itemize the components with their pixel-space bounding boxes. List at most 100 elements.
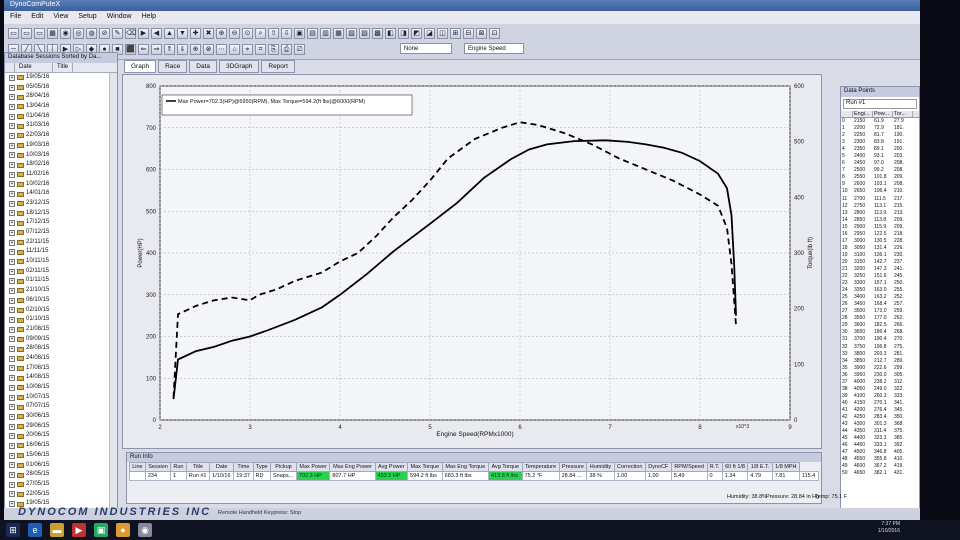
column-header[interactable]: Max Eng Power (329, 462, 376, 472)
column-header[interactable]: Max Power (295, 462, 331, 472)
table-row[interactable]: 29 3600 182.5 266. (841, 322, 919, 329)
column-header[interactable]: Time (233, 462, 254, 472)
table-row[interactable]: 2 2250 81.7 190. (841, 132, 919, 139)
table-cell: 142.7 (874, 258, 887, 265)
table-row[interactable]: 27 3500 173.0 259. (841, 308, 919, 315)
table-cell: 3950 (854, 371, 866, 378)
column-header[interactable]: R.T. (706, 462, 723, 472)
table-row[interactable]: 44 4350 311.4 375. (841, 428, 919, 435)
column-header[interactable]: Type (252, 462, 271, 472)
column-header[interactable]: Avg Power (374, 462, 409, 472)
table-row[interactable]: 5 2400 93.1 203. (841, 153, 919, 160)
table-row[interactable]: 46 4450 333.1 392. (841, 442, 919, 449)
table-row[interactable]: 47 4500 346.8 405. (841, 449, 919, 456)
table-row[interactable]: 8 2550 101.8 209. (841, 174, 919, 181)
table-row[interactable]: 19 3100 136.1 230. (841, 252, 919, 259)
table-row[interactable]: 45 4400 323.3 385. (841, 435, 919, 442)
table-cell: 241. (894, 265, 904, 272)
table-row[interactable]: 16 2950 122.5 218. (841, 231, 919, 238)
table-cell: 2750 (854, 202, 866, 209)
table-row[interactable]: 48 4550 355.8 410. (841, 456, 919, 463)
app-icon[interactable]: ▣ (94, 523, 108, 537)
table-row[interactable]: 3 2300 83.8 191. (841, 139, 919, 146)
column-header[interactable]: Tor... (893, 111, 913, 117)
table-row[interactable]: 37 4000 238.2 312. (841, 379, 919, 386)
table-row[interactable]: 6 2450 97.0 208. (841, 160, 919, 167)
table-row[interactable]: 22 3250 151.6 245. (841, 273, 919, 280)
table-row[interactable]: 10 2650 106.4 210. (841, 188, 919, 195)
column-header[interactable]: Line (129, 462, 146, 472)
column-header[interactable]: 1/8 E.T. (747, 462, 773, 472)
table-cell: 3350 (854, 287, 866, 294)
column-header[interactable]: DynoCF (644, 462, 672, 472)
column-header[interactable]: 60 ft 1/8 (721, 462, 749, 472)
column-header[interactable]: Title (185, 462, 211, 472)
column-header[interactable]: Avg Torque (487, 462, 523, 472)
column-header[interactable]: 1/8 MPH (771, 462, 800, 472)
table-row[interactable]: 23 3300 157.1 250. (841, 280, 919, 287)
column-header[interactable]: Max Torque (407, 462, 443, 472)
column-header[interactable]: Pow... (873, 111, 893, 117)
table-row[interactable]: 234 1 Run #1 1/10/16 19:37 RD Snaps... 702.3 HP… (129, 471, 820, 481)
table-row[interactable]: 49 4600 367.2 419. (841, 463, 919, 470)
table-cell: 4600 (854, 463, 866, 470)
column-header[interactable]: Date (209, 462, 235, 472)
column-header[interactable]: Humidity (586, 462, 615, 472)
media-icon[interactable]: ▶ (72, 523, 86, 537)
column-header[interactable]: Run (170, 462, 187, 472)
column-header[interactable]: Engi... (853, 111, 873, 117)
table-row[interactable]: 26 3450 168.4 257. (841, 301, 919, 308)
table-row[interactable]: 36 3950 230.0 305. (841, 372, 919, 379)
table-row[interactable]: 17 3000 130.5 228. (841, 238, 919, 245)
run-select[interactable]: Run #1 (843, 99, 917, 109)
column-header[interactable]: Correction (613, 462, 646, 472)
table-row[interactable]: 15 2900 115.9 209. (841, 224, 919, 231)
table-row[interactable]: 43 4300 301.3 368. (841, 421, 919, 428)
table-row[interactable]: 31 3700 190.4 270. (841, 336, 919, 343)
table-row[interactable]: 9 2600 103.1 208. (841, 181, 919, 188)
column-header[interactable]: Session (144, 462, 172, 472)
table-row[interactable]: 18 3050 131.4 226. (841, 245, 919, 252)
table-cell: 38 % (586, 471, 615, 481)
table-row[interactable]: 7 2500 99.2 208. (841, 167, 919, 174)
column-header[interactable]: Pressure (558, 462, 588, 472)
table-cell: 3500 (854, 308, 866, 315)
table-row[interactable]: 14 2850 113.8 209. (841, 217, 919, 224)
column-header[interactable]: RPM/Speed (670, 462, 708, 472)
column-header[interactable]: Max Eng Torque (441, 462, 489, 472)
table-row[interactable]: 40 4150 270.1 341. (841, 400, 919, 407)
table-row[interactable]: 39 4100 260.3 333. (841, 393, 919, 400)
table-cell: 72.9 (874, 125, 884, 132)
table-row[interactable]: 0 2150 61.9 27.9 (841, 118, 919, 125)
table-row[interactable]: 33 3800 203.3 281. (841, 351, 919, 358)
table-cell: 410. (894, 456, 904, 463)
table-row[interactable]: 13 2800 113.9 213. (841, 210, 919, 217)
table-row[interactable]: 35 3900 222.6 299. (841, 365, 919, 372)
table-row[interactable]: 38 4050 249.0 322. (841, 386, 919, 393)
table-cell: 453.5 HP (374, 471, 409, 481)
chrome-icon[interactable]: ● (116, 523, 130, 537)
table-row[interactable]: 32 3750 196.8 275. (841, 344, 919, 351)
table-row[interactable]: 1 2200 72.9 181. (841, 125, 919, 132)
table-row[interactable]: 50 4650 382.1 431. (841, 470, 919, 477)
start-icon[interactable]: ⊞ (6, 523, 20, 537)
browser-icon[interactable]: e (28, 523, 42, 537)
folder-icon[interactable]: ▬ (50, 523, 64, 537)
table-row[interactable]: 41 4200 276.4 345. (841, 407, 919, 414)
table-row[interactable]: 30 3650 186.4 268. (841, 329, 919, 336)
table-row[interactable]: 4 2350 89.1 200. (841, 146, 919, 153)
table-cell: 177.0 (874, 315, 887, 322)
table-row[interactable]: 11 2700 111.5 217. (841, 196, 919, 203)
table-row[interactable]: 24 3350 163.0 255. (841, 287, 919, 294)
column-header[interactable] (841, 111, 853, 117)
table-row[interactable]: 34 3850 212.7 289. (841, 358, 919, 365)
column-header[interactable]: Pickup (269, 462, 297, 472)
table-row[interactable]: 12 2750 113.1 215. (841, 203, 919, 210)
table-row[interactable]: 28 3550 177.0 262. (841, 315, 919, 322)
table-row[interactable]: 42 4250 283.4 350. (841, 414, 919, 421)
table-row[interactable]: 21 3200 147.3 241. (841, 266, 919, 273)
table-row[interactable]: 25 3400 163.2 252. (841, 294, 919, 301)
column-header[interactable]: Temperature (521, 462, 560, 472)
table-row[interactable]: 20 3150 142.7 237. (841, 259, 919, 266)
dyno-app-icon[interactable]: ◉ (138, 523, 152, 537)
